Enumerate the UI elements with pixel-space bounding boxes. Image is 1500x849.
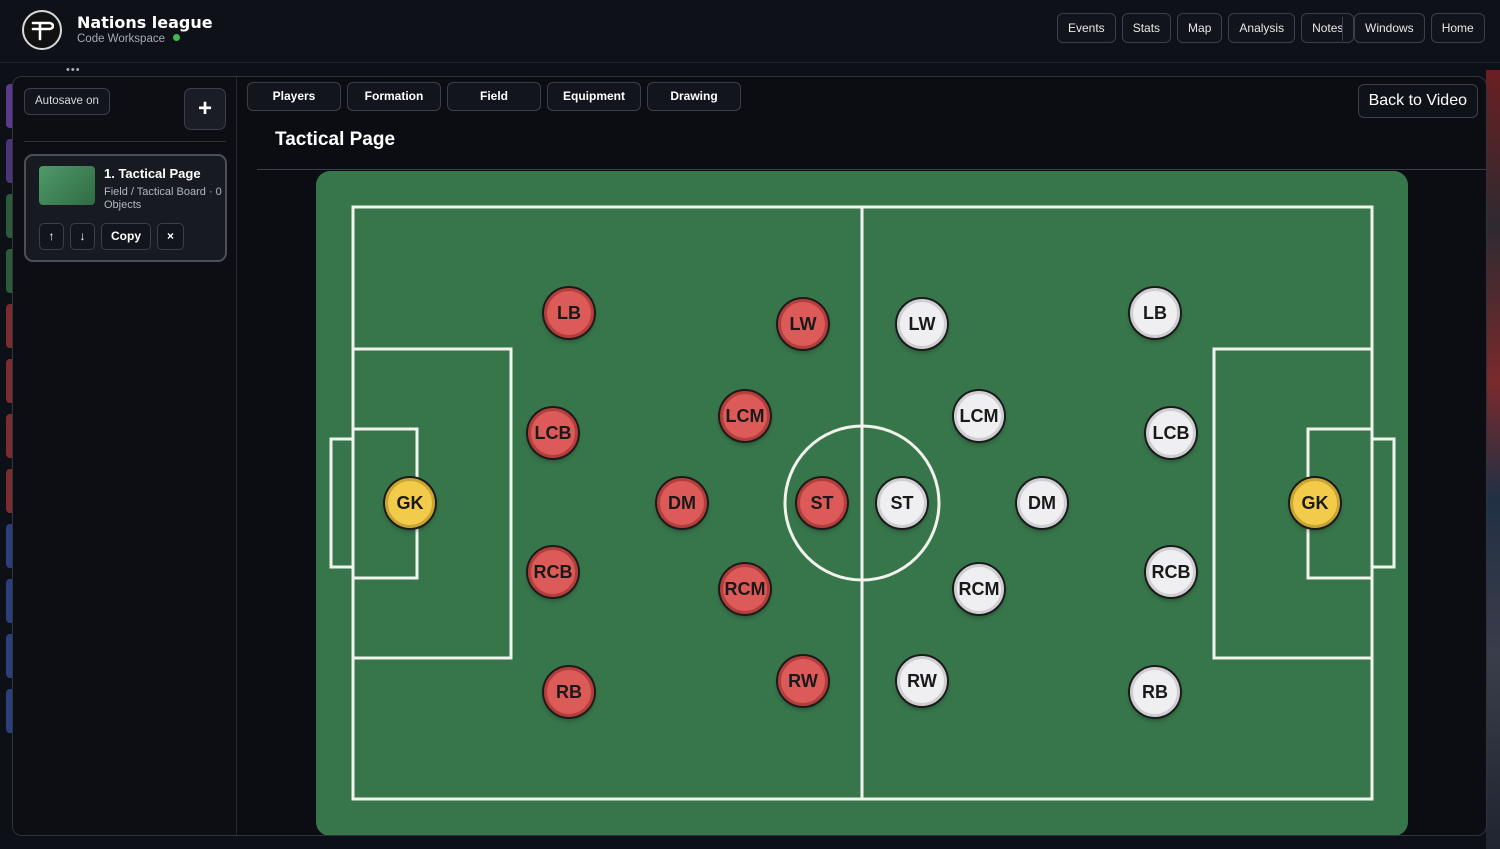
- sidebar-divider: [24, 141, 226, 142]
- move-up-button[interactable]: ↑: [39, 223, 64, 250]
- away-player-lb[interactable]: LB: [1130, 288, 1180, 338]
- board-content: Players Formation Field Equipment Drawin…: [237, 77, 1486, 835]
- pitch-markings: [329, 205, 1396, 801]
- home-player-st[interactable]: ST: [797, 478, 847, 528]
- home-player-rb[interactable]: RB: [544, 667, 594, 717]
- video-background: [1486, 70, 1500, 849]
- top-bar: Nations league Code Workspace Events Sta…: [0, 0, 1500, 63]
- move-down-button[interactable]: ↓: [70, 223, 95, 250]
- back-to-video-button[interactable]: Back to Video: [1357, 84, 1478, 118]
- home-player-lw[interactable]: LW: [778, 299, 828, 349]
- home-player-lcm[interactable]: LCM: [720, 391, 770, 441]
- window-drag-handle-icon[interactable]: •••: [66, 64, 81, 76]
- toolbar-tabs: Players Formation Field Equipment Drawin…: [247, 82, 741, 111]
- away-player-rcb[interactable]: RCB: [1146, 547, 1196, 597]
- autosave-indicator[interactable]: Autosave on: [24, 88, 110, 115]
- app-title: Nations league: [77, 13, 213, 32]
- tab-drawing[interactable]: Drawing: [647, 82, 741, 111]
- away-player-rcm[interactable]: RCM: [954, 564, 1004, 614]
- add-page-button[interactable]: +: [184, 88, 226, 130]
- nav-analysis-button[interactable]: Analysis: [1228, 13, 1296, 43]
- away-player-lw[interactable]: LW: [897, 299, 947, 349]
- nav-notes-button[interactable]: Notes: [1301, 13, 1355, 43]
- home-player-dm[interactable]: DM: [657, 478, 707, 528]
- away-player-gk[interactable]: GK: [1290, 478, 1340, 528]
- brand-logo-icon[interactable]: [22, 10, 62, 50]
- tactical-board-window: Autosave on + 1. Tactical Page Field / T…: [12, 76, 1487, 836]
- away-player-rb[interactable]: RB: [1130, 667, 1180, 717]
- away-player-rw[interactable]: RW: [897, 656, 947, 706]
- page-list-item[interactable]: 1. Tactical Page Field / Tactical Board …: [24, 154, 227, 262]
- football-pitch[interactable]: GK LB LCB RCB RB LW LCM DM RCM RW ST GK …: [316, 171, 1408, 835]
- secondary-nav: Windows Home: [1354, 13, 1485, 43]
- home-player-lb[interactable]: LB: [544, 288, 594, 338]
- home-player-lcb[interactable]: LCB: [528, 408, 578, 458]
- main-nav: Events Stats Map Analysis Notes: [1057, 13, 1355, 43]
- workspace-subtitle: Code Workspace: [77, 33, 180, 45]
- copy-page-button[interactable]: Copy: [101, 223, 151, 250]
- nav-map-button[interactable]: Map: [1177, 13, 1223, 43]
- tab-equipment[interactable]: Equipment: [547, 82, 641, 111]
- away-player-lcb[interactable]: LCB: [1146, 408, 1196, 458]
- pages-sidebar: Autosave on + 1. Tactical Page Field / T…: [13, 77, 237, 835]
- page-title: Tactical Page: [275, 129, 396, 150]
- nav-divider: [1342, 17, 1343, 41]
- page-item-meta: Field / Tactical Board · 0 Objects: [104, 186, 222, 211]
- title-divider: [257, 169, 1486, 170]
- status-dot-icon: [173, 34, 180, 41]
- home-player-gk[interactable]: GK: [385, 478, 435, 528]
- delete-page-button[interactable]: ×: [157, 223, 185, 250]
- page-item-title: 1. Tactical Page: [104, 166, 201, 181]
- home-player-rcm[interactable]: RCM: [720, 564, 770, 614]
- page-thumbnail: [39, 166, 95, 205]
- away-player-dm[interactable]: DM: [1017, 478, 1067, 528]
- nav-windows-button[interactable]: Windows: [1354, 13, 1425, 43]
- nav-events-button[interactable]: Events: [1057, 13, 1116, 43]
- home-player-rw[interactable]: RW: [778, 656, 828, 706]
- away-player-lcm[interactable]: LCM: [954, 391, 1004, 441]
- tab-formation[interactable]: Formation: [347, 82, 441, 111]
- left-goal: [329, 437, 355, 569]
- right-goal: [1370, 437, 1396, 569]
- nav-home-button[interactable]: Home: [1430, 13, 1485, 43]
- workspace-name: Code Workspace: [77, 33, 165, 45]
- tab-players[interactable]: Players: [247, 82, 341, 111]
- tab-field[interactable]: Field: [447, 82, 541, 111]
- away-player-st[interactable]: ST: [877, 478, 927, 528]
- nav-stats-button[interactable]: Stats: [1121, 13, 1172, 43]
- home-player-rcb[interactable]: RCB: [528, 547, 578, 597]
